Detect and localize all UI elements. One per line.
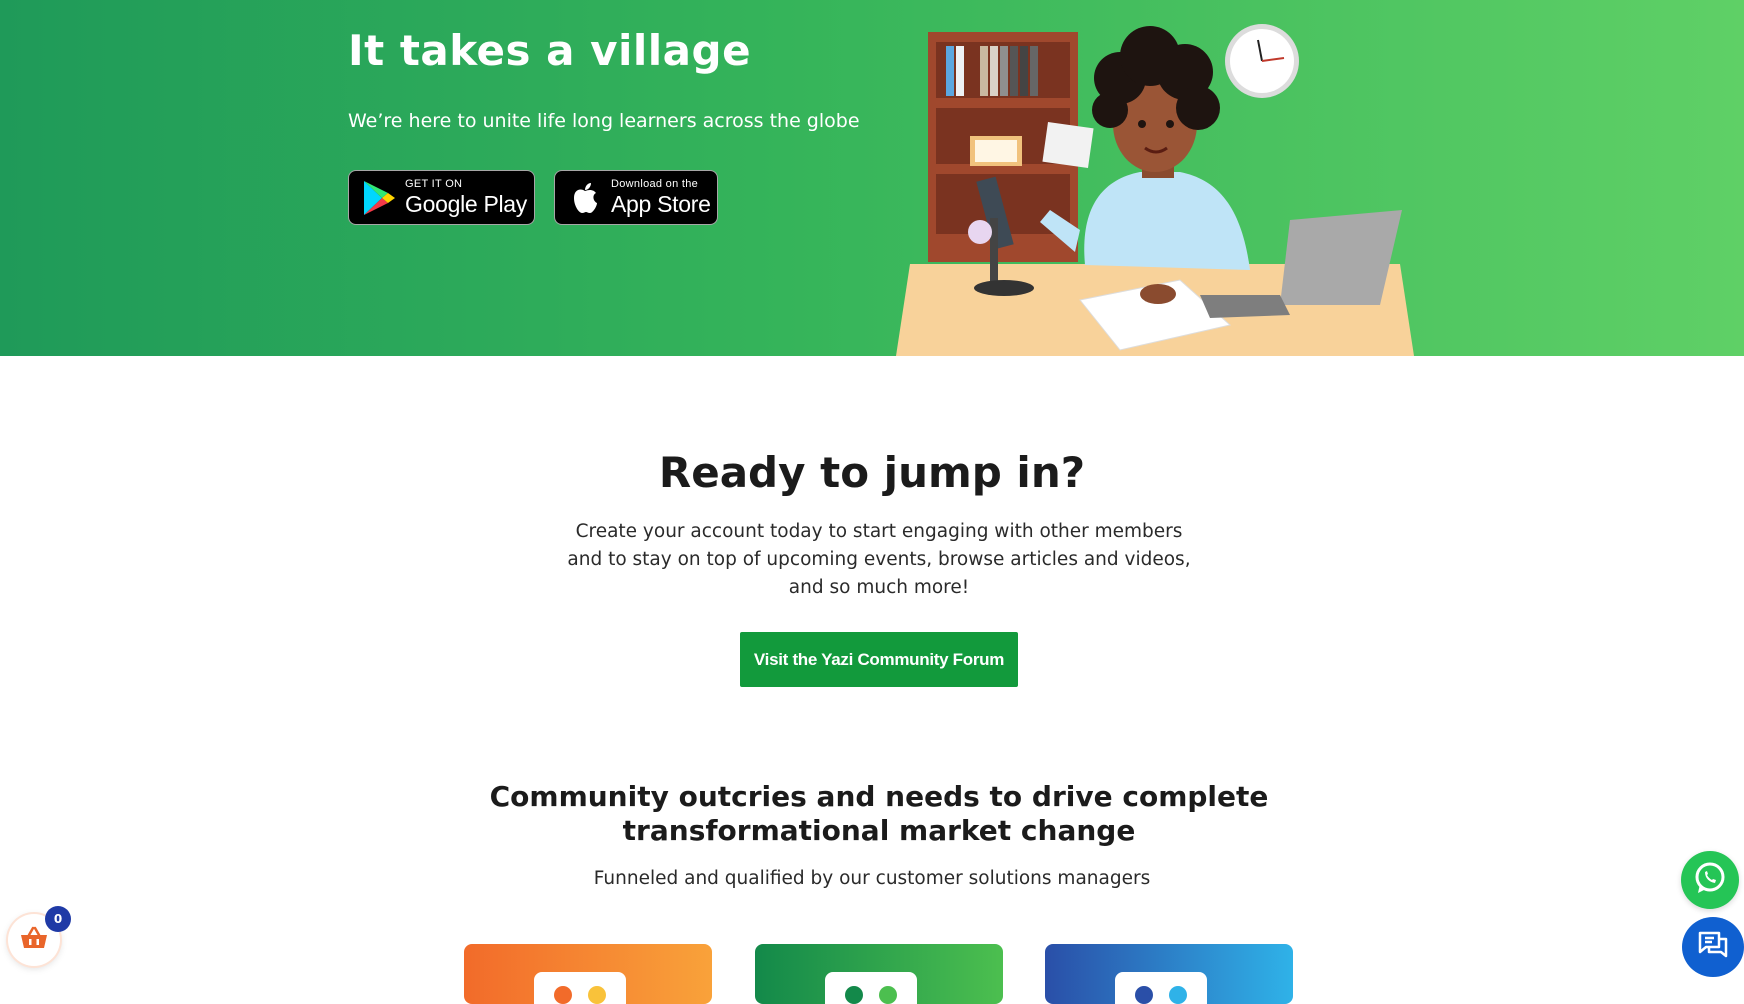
ready-description: Create your account today to start engag…: [567, 521, 1191, 598]
basket-icon: [20, 926, 48, 954]
card-icon-box: [534, 972, 626, 1004]
cart-count-badge: 0: [45, 906, 71, 932]
community-subtitle: Funneled and qualified by our customer s…: [593, 868, 1151, 889]
whatsapp-icon: [1692, 860, 1728, 900]
chat-bubble-icon: [1697, 930, 1729, 964]
whatsapp-button[interactable]: [1681, 851, 1739, 909]
app-store-button[interactable]: Download on the App Store: [554, 170, 718, 225]
google-play-icon: [359, 178, 399, 218]
app-store-label: App Store: [611, 191, 711, 217]
card-icon-box: [1115, 972, 1207, 1004]
google-play-label: Google Play: [405, 191, 527, 217]
chat-button[interactable]: [1682, 917, 1744, 977]
google-play-small-label: GET IT ON: [405, 178, 463, 190]
feature-card-orange: [464, 944, 712, 1004]
hero-illustration: [896, 24, 1414, 356]
google-play-button[interactable]: GET IT ON Google Play: [348, 170, 535, 225]
community-title: Community outcries and needs to drive co…: [489, 780, 1269, 847]
card-icon-box: [825, 972, 917, 1004]
feature-card-green: [755, 944, 1003, 1004]
hero-banner: It takes a village We’re here to unite l…: [0, 0, 1744, 356]
hero-title: It takes a village: [348, 26, 752, 75]
ready-title: Ready to jump in?: [658, 448, 1086, 497]
hero-subtitle: We’re here to unite life long learners a…: [348, 110, 860, 132]
visit-forum-button[interactable]: Visit the Yazi Community Forum: [740, 632, 1018, 687]
apple-icon: [565, 178, 605, 218]
app-store-small-label: Download on the: [611, 178, 699, 190]
feature-card-blue: [1045, 944, 1293, 1004]
